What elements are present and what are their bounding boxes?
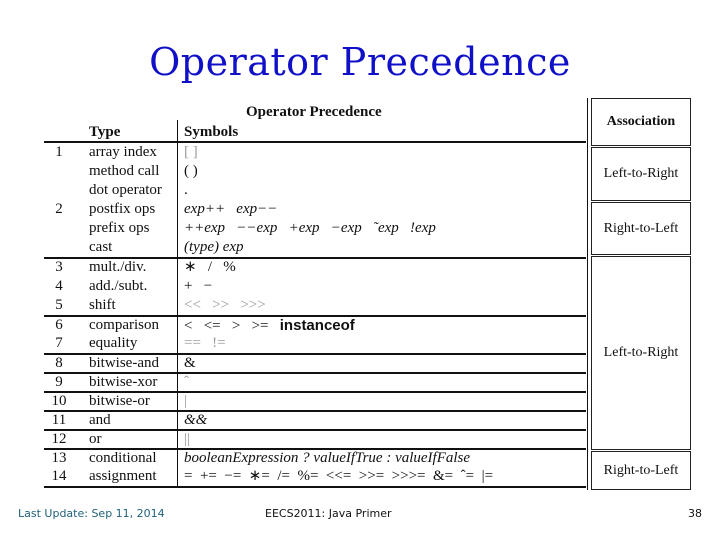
row-type: postfix ops [89, 201, 156, 217]
row-number: 4 [55, 278, 63, 294]
row-type: cast [89, 239, 113, 255]
row-type: dot operator [89, 182, 162, 198]
association-cell: Right-to-Left [591, 451, 691, 490]
row-type: comparison [89, 317, 159, 333]
row-type: prefix ops [89, 220, 150, 236]
row-type: equality [89, 335, 138, 351]
table-row: 11 and && [44, 411, 586, 430]
row-symbols: exp++ exp−− [184, 201, 278, 217]
footer-last-update: Last Update: Sep 11, 2014 [18, 507, 165, 520]
header-symbols: Symbols [184, 124, 239, 140]
association-cell: Right-to-Left [591, 202, 691, 255]
table-row: 7 equality == != [44, 334, 586, 353]
bottom-rule [44, 486, 586, 488]
row-symbols: [ ] [184, 144, 198, 160]
association-header: Association [591, 98, 691, 146]
table-row: cast (type) exp [44, 238, 586, 257]
table-row: 3 mult./div. ∗ / % [44, 258, 586, 277]
row-symbols: ( ) [184, 163, 198, 179]
row-number: 8 [55, 355, 63, 371]
row-number: 6 [55, 317, 63, 333]
row-number: 2 [55, 201, 63, 217]
row-symbols: < <= > >= instanceof [184, 316, 355, 336]
row-symbols: . [184, 182, 188, 198]
table-row: 14 assignment = += −= ∗= /= %= <<= >>= >… [44, 467, 586, 486]
row-symbols: = += −= ∗= /= %= <<= >>= >>>= &= ˆ= |= [184, 468, 494, 484]
row-symbols: booleanExpression ? valueIfTrue : valueI… [184, 450, 471, 466]
header-type: Type [89, 124, 121, 140]
slide-title: Operator Precedence [149, 40, 571, 84]
table-row: 8 bitwise-and & [44, 354, 586, 373]
row-type: shift [89, 297, 116, 313]
row-symbols: | [184, 393, 188, 409]
table-row: 4 add./subt. + − [44, 277, 586, 296]
row-type: assignment [89, 468, 157, 484]
comparison-symbols: < <= > >= [184, 318, 269, 334]
row-type: bitwise-or [89, 393, 150, 409]
table-row: 9 bitwise-xor ˆ [44, 373, 586, 392]
page-number: 38 [688, 507, 702, 520]
row-number: 9 [55, 374, 63, 390]
row-type: mult./div. [89, 259, 147, 275]
row-number: 5 [55, 297, 63, 313]
association-cell: Left-to-Right [591, 256, 691, 450]
row-symbols: & [184, 355, 196, 371]
row-symbols: (type) exp [184, 239, 244, 255]
row-symbols: ++exp −−exp +exp −exp ˜exp !exp [184, 220, 436, 236]
association-column: Association Left-to-Right Right-to-Left … [587, 98, 694, 490]
row-symbols: || [184, 431, 191, 447]
row-symbols: ∗ / % [184, 259, 236, 275]
row-number: 10 [51, 393, 67, 409]
row-number: 7 [55, 335, 63, 351]
row-number: 1 [55, 144, 63, 160]
instanceof-keyword: instanceof [279, 317, 355, 334]
row-symbols: << >> >>> [184, 297, 266, 313]
row-type: method call [89, 163, 160, 179]
table-row: 2 postfix ops exp++ exp−− [44, 200, 586, 219]
table-row: 1 array index [ ] [44, 143, 586, 162]
row-type: bitwise-xor [89, 374, 158, 390]
table-row: 5 shift << >> >>> [44, 296, 586, 315]
table-row: method call ( ) [44, 162, 586, 181]
row-type: bitwise-and [89, 355, 159, 371]
table-caption: Operator Precedence [246, 104, 382, 120]
row-number: 3 [55, 259, 63, 275]
footer-course: EECS2011: Java Primer [265, 507, 392, 520]
row-symbols: && [184, 412, 208, 428]
row-number: 14 [51, 468, 67, 484]
table-row: 10 bitwise-or | [44, 392, 586, 411]
table-row: 12 or || [44, 430, 586, 449]
row-type: array index [89, 144, 157, 160]
table-row: prefix ops ++exp −−exp +exp −exp ˜exp !e… [44, 219, 586, 238]
row-number: 11 [51, 412, 67, 428]
row-symbols: + − [184, 278, 213, 294]
row-type: or [89, 431, 102, 447]
row-type: add./subt. [89, 278, 148, 294]
row-symbols: == != [184, 335, 226, 351]
row-symbols: ˆ [184, 374, 189, 390]
row-type: and [89, 412, 111, 428]
association-cell: Left-to-Right [591, 147, 691, 201]
table-row: 13 conditional booleanExpression ? value… [44, 449, 586, 468]
table-row: 6 comparison < <= > >= instanceof [44, 316, 586, 335]
row-number: 13 [51, 450, 67, 466]
row-type: conditional [89, 450, 157, 466]
table-row: dot operator . [44, 181, 586, 200]
row-number: 12 [51, 431, 67, 447]
